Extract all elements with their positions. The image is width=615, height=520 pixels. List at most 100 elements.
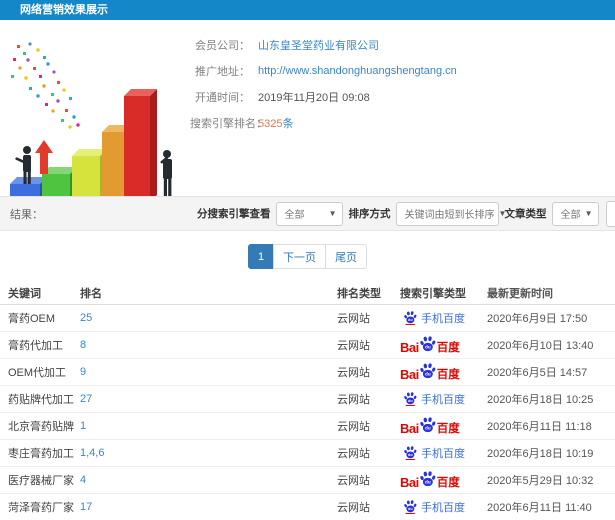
article-filter-label: 文章类型 [504, 208, 547, 220]
rank-link[interactable]: 17 [80, 501, 92, 513]
svg-text:du: du [425, 344, 431, 349]
updated-cell: 2020年5月29日 10:32 [487, 475, 594, 487]
svg-text:du: du [425, 479, 431, 484]
table-row: 菏泽膏药厂家 17 云网站 du 手机百度 2020年6月11日 11:40 [0, 494, 615, 520]
svg-text:du: du [408, 453, 413, 457]
svg-text:du: du [425, 371, 431, 376]
table-header-row: 关键词 排名 排名类型 搜索引擎类型 最新更新时间 [0, 282, 615, 305]
baidu-paw-icon: du [420, 416, 436, 432]
rank-type-cell: 云网站 [337, 313, 370, 325]
bars [10, 89, 157, 202]
promo-url-label: 推广地址： [195, 66, 250, 78]
keyword-cell: 北京膏药贴牌 [8, 421, 74, 433]
engine-cell: du 手机百度 [400, 310, 487, 326]
mobile-baidu-badge: du 手机百度 [404, 391, 465, 407]
mobile-baidu-badge: du 手机百度 [404, 310, 465, 326]
updated-cell: 2020年6月10日 13:40 [487, 340, 594, 352]
sort-filter-value: 关键词由短到长排序 [404, 210, 495, 221]
table-row: 北京膏药贴牌 1 云网站 Bai du 百度 2020年6月11日 11:18 [0, 413, 615, 440]
rank-type-cell: 云网站 [337, 502, 370, 514]
engine-filter-select[interactable]: 全部 ▼ [275, 201, 343, 226]
updated-cell: 2020年6月11日 11:40 [487, 502, 592, 514]
engine-cell: du 手机百度 [400, 391, 487, 407]
baidu-logo: Bai du 百度 [400, 470, 460, 490]
info-row-open-time: 开通时间： 2019年11月20日 09:08 [190, 84, 615, 110]
table-row: 膏药代加工 8 云网站 Bai du 百度 2020年6月10日 13:40 [0, 332, 615, 359]
keyword-cell: 膏药代加工 [8, 340, 63, 352]
engine-cell: Bai du 百度 [400, 470, 487, 490]
baidu-logo: Bai du 百度 [400, 335, 460, 355]
rank-link[interactable]: 1 [80, 420, 86, 432]
promo-url-link[interactable]: http://www.shandonghuangshengtang.cn [258, 65, 457, 77]
baidu-paw-icon: du [420, 362, 436, 378]
pagination: 1 下一页 尾页 [0, 231, 615, 282]
chevron-down-icon: ▼ [328, 209, 337, 218]
updated-cell: 2020年6月18日 10:25 [487, 394, 594, 406]
page-button-next[interactable]: 下一页 [273, 244, 327, 269]
svg-text:du: du [408, 318, 413, 322]
info-row-rank-count: 搜索引擎排名： 5325条 [190, 110, 615, 136]
table-row: OEM代加工 9 云网站 Bai du 百度 2020年6月5日 14:57 [0, 359, 615, 386]
page-button-last[interactable]: 尾页 [325, 244, 368, 269]
filter-bar: 结果： 分搜索引擎查看 全部 ▼ 排序方式 关键词由短到长排序 ▼ 文章类型 全… [0, 196, 615, 231]
company-name-link[interactable]: 山东皇圣堂药业有限公司 [258, 37, 379, 53]
updated-cell: 2020年6月5日 14:57 [487, 367, 588, 379]
engine-name-label: 手机百度 [421, 394, 465, 406]
sort-filter-label: 排序方式 [348, 208, 391, 220]
baidu-paw-icon: du [404, 446, 417, 460]
rank-type-cell: 云网站 [337, 475, 370, 487]
engine-filter-label: 分搜索引擎查看 [197, 208, 271, 220]
engine-cell: Bai du 百度 [400, 335, 487, 355]
page-header: 网络营销效果展示 [0, 0, 615, 20]
filter-controls: 分搜索引擎查看 全部 ▼ 排序方式 关键词由短到长排序 ▼ 文章类型 全部 ▼ … [197, 200, 615, 227]
result-label: 结果： [10, 208, 43, 221]
baidu-paw-icon: du [420, 470, 436, 486]
info-row-url: 推广地址： http://www.shandonghuangshengtang.… [190, 58, 615, 84]
keyword-cell: 枣庄膏药加工 [8, 448, 74, 460]
baidu-logo: Bai du 百度 [400, 362, 460, 382]
rank-count-value: 5325条 [258, 115, 293, 131]
company-info-list: 会员公司： 山东皇圣堂药业有限公司 推广地址： http://www.shand… [190, 20, 615, 136]
engine-cell: du 手机百度 [400, 445, 487, 461]
rank-type-cell: 云网站 [337, 340, 370, 352]
rank-link[interactable]: 8 [80, 339, 86, 351]
engine-cell: du 手机百度 [400, 499, 487, 515]
engine-name-label: 手机百度 [421, 448, 465, 460]
rank-link[interactable]: 27 [80, 393, 92, 405]
article-filter-select[interactable]: 全部 ▼ [551, 201, 599, 226]
engine-name-label: 手机百度 [421, 313, 465, 325]
mobile-baidu-badge: du 手机百度 [404, 499, 465, 515]
updated-cell: 2020年6月11日 11:18 [487, 421, 592, 433]
engine-name-label: 手机百度 [421, 502, 465, 514]
open-time-label: 开通时间： [195, 92, 250, 104]
header-rank-type: 排名类型 [337, 288, 381, 300]
svg-text:du: du [425, 425, 431, 430]
table-row: 医疗器械厂家 4 云网站 Bai du 百度 2020年5月29日 10:32 [0, 467, 615, 494]
header-keyword: 关键词 [8, 288, 41, 300]
mobile-baidu-badge: du 手机百度 [404, 445, 465, 461]
company-label: 会员公司： [195, 40, 250, 52]
rank-count-label: 搜索引擎排名： [190, 118, 267, 130]
sort-filter-select[interactable]: 关键词由短到长排序 ▼ [395, 201, 506, 226]
rank-link[interactable]: 1,4,6 [80, 447, 104, 459]
info-row-company: 会员公司： 山东皇圣堂药业有限公司 [190, 32, 615, 58]
keyword-cell: 药贴牌代加工 [8, 394, 74, 406]
rank-link[interactable]: 25 [80, 312, 92, 324]
baidu-paw-icon: du [404, 311, 417, 325]
page-button-current[interactable]: 1 [247, 244, 275, 269]
rank-count-unit[interactable]: 条 [282, 118, 293, 130]
rank-type-cell: 云网站 [337, 421, 370, 433]
rank-type-cell: 云网站 [337, 448, 370, 460]
rank-type-cell: 云网站 [337, 394, 370, 406]
svg-text:du: du [408, 507, 413, 511]
table-body: 膏药OEM 25 云网站 du 手机百度 2020年6月9日 17:50 膏药代… [0, 305, 615, 520]
rank-link[interactable]: 4 [80, 474, 86, 486]
submit-button[interactable]: 提交 [605, 200, 615, 227]
engine-cell: Bai du 百度 [400, 416, 487, 436]
chevron-down-icon: ▼ [584, 209, 593, 218]
open-time-value: 2019年11月20日 09:08 [258, 92, 370, 104]
header-engine-type: 搜索引擎类型 [400, 288, 466, 300]
rank-link[interactable]: 9 [80, 366, 86, 378]
keyword-cell: 膏药OEM [8, 313, 56, 325]
updated-cell: 2020年6月9日 17:50 [487, 313, 588, 325]
